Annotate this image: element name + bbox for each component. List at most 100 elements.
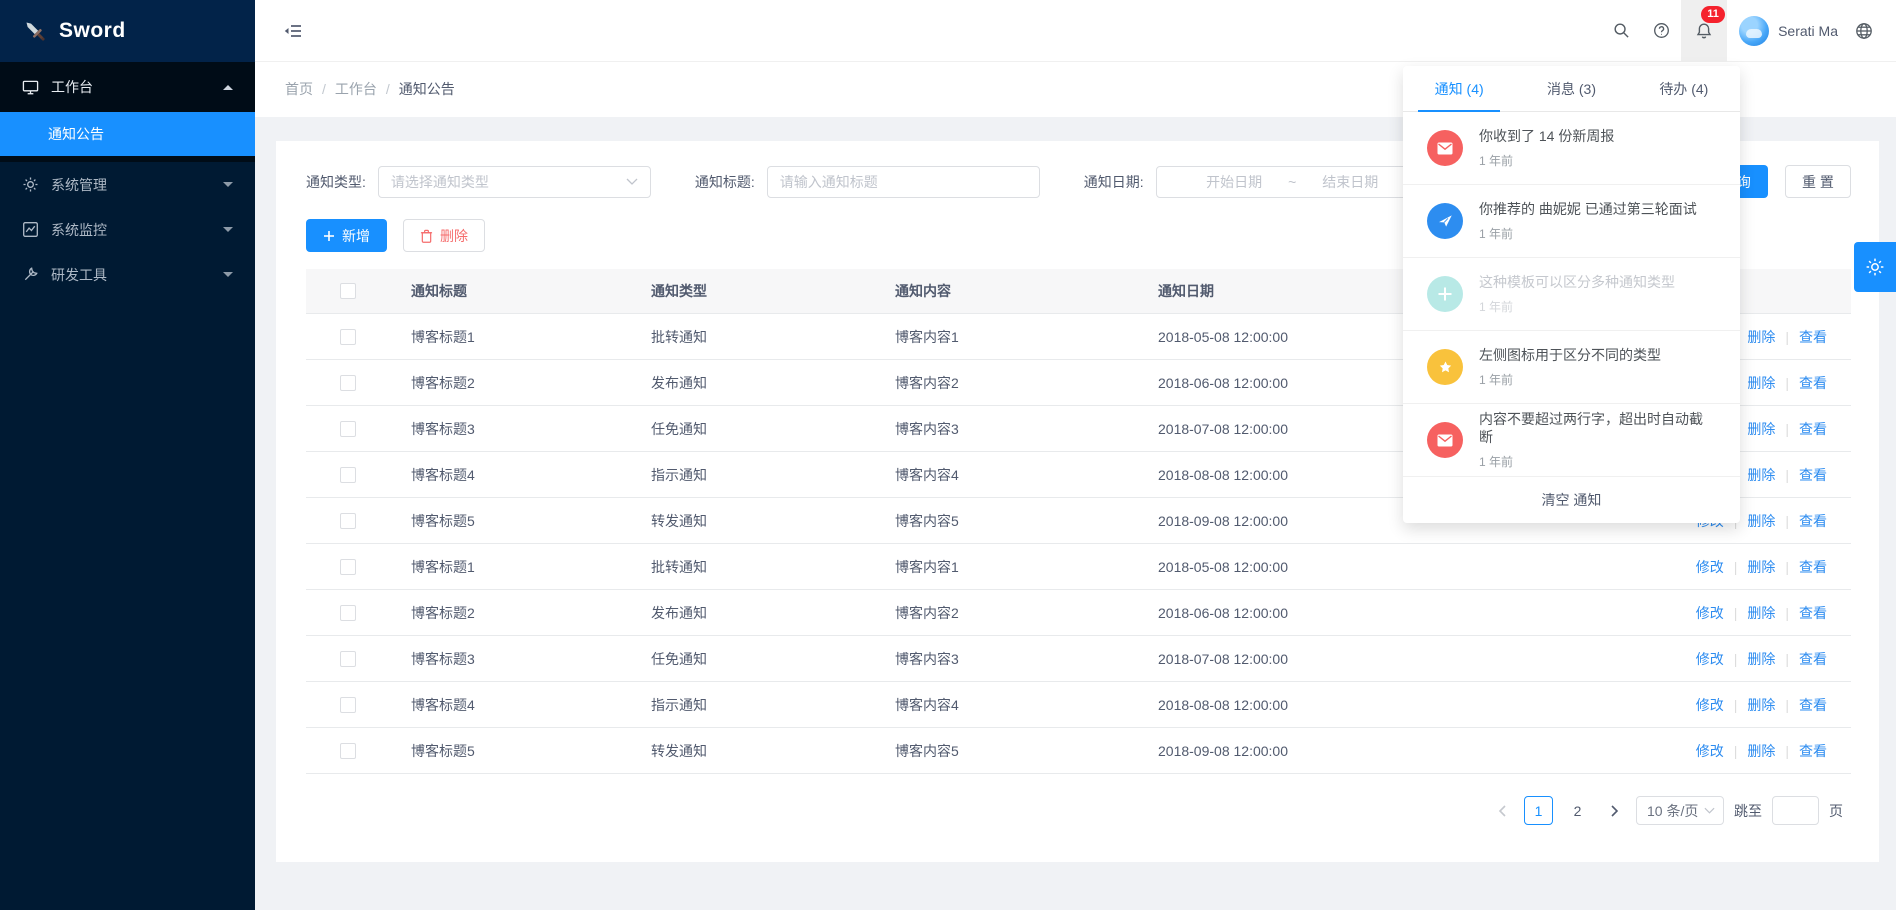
select-all-checkbox[interactable] xyxy=(340,283,356,299)
cell-content: 博客内容2 xyxy=(895,373,1158,393)
delete-link[interactable]: 删除 xyxy=(1747,603,1775,623)
sidebar-item-notice[interactable]: 通知公告 xyxy=(0,112,255,156)
settings-button[interactable] xyxy=(1854,242,1896,292)
notification-text: 你收到了 14 份新周报 1 年前 xyxy=(1479,127,1614,169)
user-name[interactable]: Serati Ma xyxy=(1778,23,1838,39)
delete-link[interactable]: 删除 xyxy=(1747,557,1775,577)
sidebar-item-dev-tools[interactable]: 研发工具 xyxy=(0,252,255,297)
row-checkbox[interactable] xyxy=(340,467,356,483)
view-link[interactable]: 查看 xyxy=(1799,741,1827,761)
column-header-content: 通知内容 xyxy=(895,281,1158,301)
view-link[interactable]: 查看 xyxy=(1799,695,1827,715)
view-link[interactable]: 查看 xyxy=(1799,419,1827,439)
action-separator: | xyxy=(1785,421,1789,437)
notification-item[interactable]: 这种模板可以区分多种通知类型 1 年前 xyxy=(1403,258,1740,331)
delete-link[interactable]: 删除 xyxy=(1747,419,1775,439)
prev-page-icon[interactable] xyxy=(1490,797,1514,825)
sidebar-item-system-admin[interactable]: 系统管理 xyxy=(0,162,255,207)
menu-fold-icon[interactable] xyxy=(279,0,307,62)
breadcrumb-workbench[interactable]: 工作台 xyxy=(335,79,377,99)
edit-link[interactable]: 修改 xyxy=(1696,557,1724,577)
view-link[interactable]: 查看 xyxy=(1799,327,1827,347)
next-page-icon[interactable] xyxy=(1602,797,1626,825)
cell-title: 博客标题1 xyxy=(411,327,651,347)
action-separator: | xyxy=(1785,697,1789,713)
cell-type: 发布通知 xyxy=(651,373,895,393)
jump-page-input[interactable] xyxy=(1772,796,1819,825)
filter-date-group: 通知日期: 开始日期 ~ 结束日期 xyxy=(1084,166,1429,198)
globe-icon[interactable] xyxy=(1844,0,1884,62)
breadcrumb-separator: / xyxy=(386,81,390,97)
tab-todos[interactable]: 待办 (4) xyxy=(1628,66,1740,111)
row-checkbox[interactable] xyxy=(340,513,356,529)
delete-link[interactable]: 删除 xyxy=(1747,511,1775,531)
row-actions: 修改|删除|查看 xyxy=(1656,603,1827,623)
action-separator: | xyxy=(1734,697,1738,713)
edit-link[interactable]: 修改 xyxy=(1696,603,1724,623)
edit-link[interactable]: 修改 xyxy=(1696,695,1724,715)
view-link[interactable]: 查看 xyxy=(1799,649,1827,669)
view-link[interactable]: 查看 xyxy=(1799,511,1827,531)
search-icon[interactable] xyxy=(1601,0,1641,62)
page-size-select[interactable]: 10 条/页 xyxy=(1636,796,1724,825)
cell-type: 批转通知 xyxy=(651,557,895,577)
row-checkbox[interactable] xyxy=(340,421,356,437)
delete-button[interactable]: 删除 xyxy=(403,219,485,252)
delete-link[interactable]: 删除 xyxy=(1747,327,1775,347)
notification-time: 1 年前 xyxy=(1479,298,1675,315)
row-checkbox[interactable] xyxy=(340,375,356,391)
cell-date: 2018-05-08 12:00:00 xyxy=(1158,559,1656,575)
notification-text: 你推荐的 曲妮妮 已通过第三轮面试 1 年前 xyxy=(1479,200,1697,242)
edit-link[interactable]: 修改 xyxy=(1696,649,1724,669)
notification-dropdown: 通知 (4) 消息 (3) 待办 (4) 你收到了 14 份新周报 1 年前 你… xyxy=(1403,66,1740,523)
cell-title: 博客标题4 xyxy=(411,465,651,485)
filter-type-group: 通知类型: 请选择通知类型 xyxy=(306,166,651,198)
reset-button[interactable]: 重 置 xyxy=(1785,165,1851,198)
view-link[interactable]: 查看 xyxy=(1799,557,1827,577)
page-number-2[interactable]: 2 xyxy=(1563,796,1592,825)
date-end-placeholder: 结束日期 xyxy=(1322,172,1378,192)
delete-link[interactable]: 删除 xyxy=(1747,373,1775,393)
clear-notifications-button[interactable]: 清空 通知 xyxy=(1403,477,1740,523)
cell-type: 批转通知 xyxy=(651,327,895,347)
row-checkbox[interactable] xyxy=(340,651,356,667)
help-icon[interactable] xyxy=(1641,0,1681,62)
cell-type: 发布通知 xyxy=(651,603,895,623)
view-link[interactable]: 查看 xyxy=(1799,465,1827,485)
page-number-1[interactable]: 1 xyxy=(1524,796,1553,825)
delete-link[interactable]: 删除 xyxy=(1747,741,1775,761)
row-checkbox[interactable] xyxy=(340,743,356,759)
row-checkbox[interactable] xyxy=(340,605,356,621)
cell-title: 博客标题3 xyxy=(411,649,651,669)
type-select[interactable]: 请选择通知类型 xyxy=(378,166,651,198)
notification-time: 1 年前 xyxy=(1479,152,1614,169)
title-input[interactable]: 请输入通知标题 xyxy=(767,166,1040,198)
view-link[interactable]: 查看 xyxy=(1799,373,1827,393)
row-checkbox[interactable] xyxy=(340,697,356,713)
add-button[interactable]: 新增 xyxy=(306,219,387,252)
notification-item[interactable]: 你收到了 14 份新周报 1 年前 xyxy=(1403,112,1740,185)
sidebar-item-system-monitor[interactable]: 系统监控 xyxy=(0,207,255,252)
notification-item[interactable]: 你推荐的 曲妮妮 已通过第三轮面试 1 年前 xyxy=(1403,185,1740,258)
cell-content: 博客内容5 xyxy=(895,511,1158,531)
add-button-label: 新增 xyxy=(342,226,370,246)
notification-item[interactable]: 左侧图标用于区分不同的类型 1 年前 xyxy=(1403,331,1740,404)
cell-content: 博客内容3 xyxy=(895,649,1158,669)
avatar[interactable] xyxy=(1739,16,1769,46)
tab-messages[interactable]: 消息 (3) xyxy=(1515,66,1627,111)
breadcrumb-home[interactable]: 首页 xyxy=(285,79,313,99)
sidebar-item-workbench[interactable]: 工作台 xyxy=(0,62,255,112)
jump-label: 跳至 xyxy=(1734,801,1762,821)
delete-link[interactable]: 删除 xyxy=(1747,649,1775,669)
tab-notifications[interactable]: 通知 (4) xyxy=(1403,66,1515,111)
trash-icon xyxy=(420,229,433,243)
row-checkbox[interactable] xyxy=(340,559,356,575)
notification-item[interactable]: 内容不要超过两行字，超出时自动截断 1 年前 xyxy=(1403,404,1740,477)
edit-link[interactable]: 修改 xyxy=(1696,741,1724,761)
bell-icon[interactable]: 11 xyxy=(1681,0,1727,62)
date-range-input[interactable]: 开始日期 ~ 结束日期 xyxy=(1156,166,1429,198)
row-checkbox[interactable] xyxy=(340,329,356,345)
view-link[interactable]: 查看 xyxy=(1799,603,1827,623)
delete-link[interactable]: 删除 xyxy=(1747,465,1775,485)
delete-link[interactable]: 删除 xyxy=(1747,695,1775,715)
